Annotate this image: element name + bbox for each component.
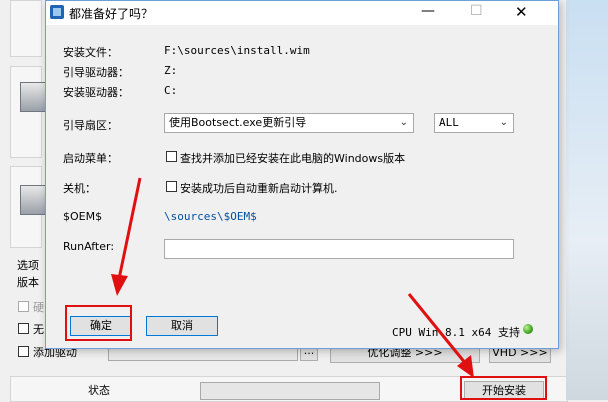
annotation-arrows [111,177,474,378]
arrow-to-ok [117,177,142,280]
arrow-to-ok-head [111,274,128,296]
arrow-to-start [407,293,468,365]
